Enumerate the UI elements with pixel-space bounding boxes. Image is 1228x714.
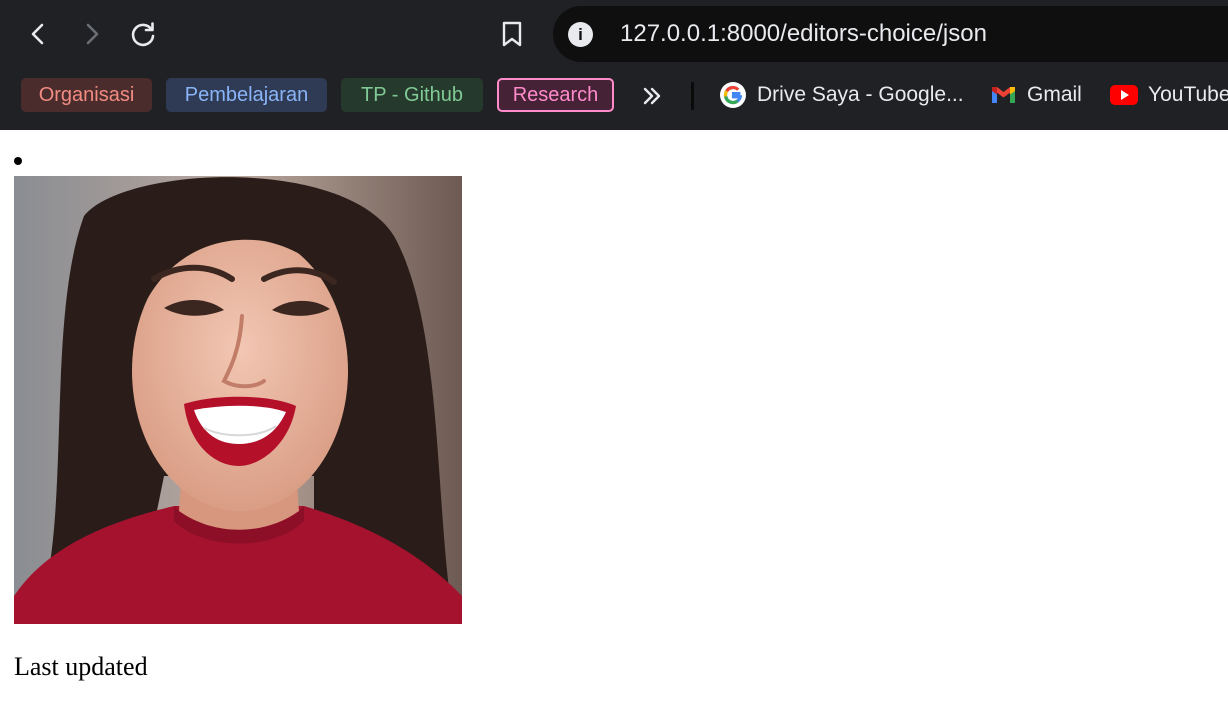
site-info-icon[interactable]: i <box>568 22 593 47</box>
bookmark-group-research[interactable]: Research <box>497 78 614 112</box>
gmail-icon <box>990 85 1017 105</box>
portrait-image <box>14 176 462 624</box>
chevron-left-icon <box>31 23 44 45</box>
reload-button[interactable] <box>123 14 163 54</box>
bookmark-group-pembelajaran[interactable]: Pembelajaran <box>166 78 327 112</box>
double-chevron-right-icon <box>643 87 661 105</box>
bookmark-drive[interactable]: Drive Saya - Google... <box>719 78 964 112</box>
forward-button[interactable] <box>71 14 111 54</box>
bookmark-group-label: Pembelajaran <box>184 83 309 106</box>
bookmark-youtube[interactable]: YouTube <box>1110 78 1228 112</box>
bookmark-label: YouTube <box>1148 83 1228 106</box>
bookmark-label: Gmail <box>1027 83 1082 106</box>
bookmark-group-tp-github[interactable]: TP - Github <box>341 78 483 112</box>
list-bullet <box>14 157 22 165</box>
bookmark-group-label: TP - Github <box>361 83 463 106</box>
bookmark-gmail[interactable]: Gmail <box>990 78 1082 112</box>
more-bookmarks-button[interactable] <box>632 76 672 116</box>
back-button[interactable] <box>19 14 59 54</box>
google-icon <box>719 81 747 109</box>
bookmark-icon <box>502 21 522 47</box>
chevron-right-icon <box>86 23 99 45</box>
reload-icon <box>131 22 155 47</box>
browser-chrome: i 127.0.0.1:8000/editors-choice/json Org… <box>0 0 1228 130</box>
bookmark-page-button[interactable] <box>492 14 532 54</box>
youtube-icon <box>1110 85 1138 105</box>
browser-toolbar: i 127.0.0.1:8000/editors-choice/json <box>0 0 1228 68</box>
address-bar-url[interactable]: 127.0.0.1:8000/editors-choice/json <box>620 18 987 50</box>
bookmark-group-label: Research <box>512 83 599 106</box>
bookmark-group-organisasi[interactable]: Organisasi <box>21 78 152 112</box>
last-updated-text: Last updated <box>14 652 148 681</box>
bookmark-group-label: Organisasi <box>38 83 135 106</box>
bookmarks-divider <box>691 82 694 110</box>
bookmark-label: Drive Saya - Google... <box>757 83 964 106</box>
